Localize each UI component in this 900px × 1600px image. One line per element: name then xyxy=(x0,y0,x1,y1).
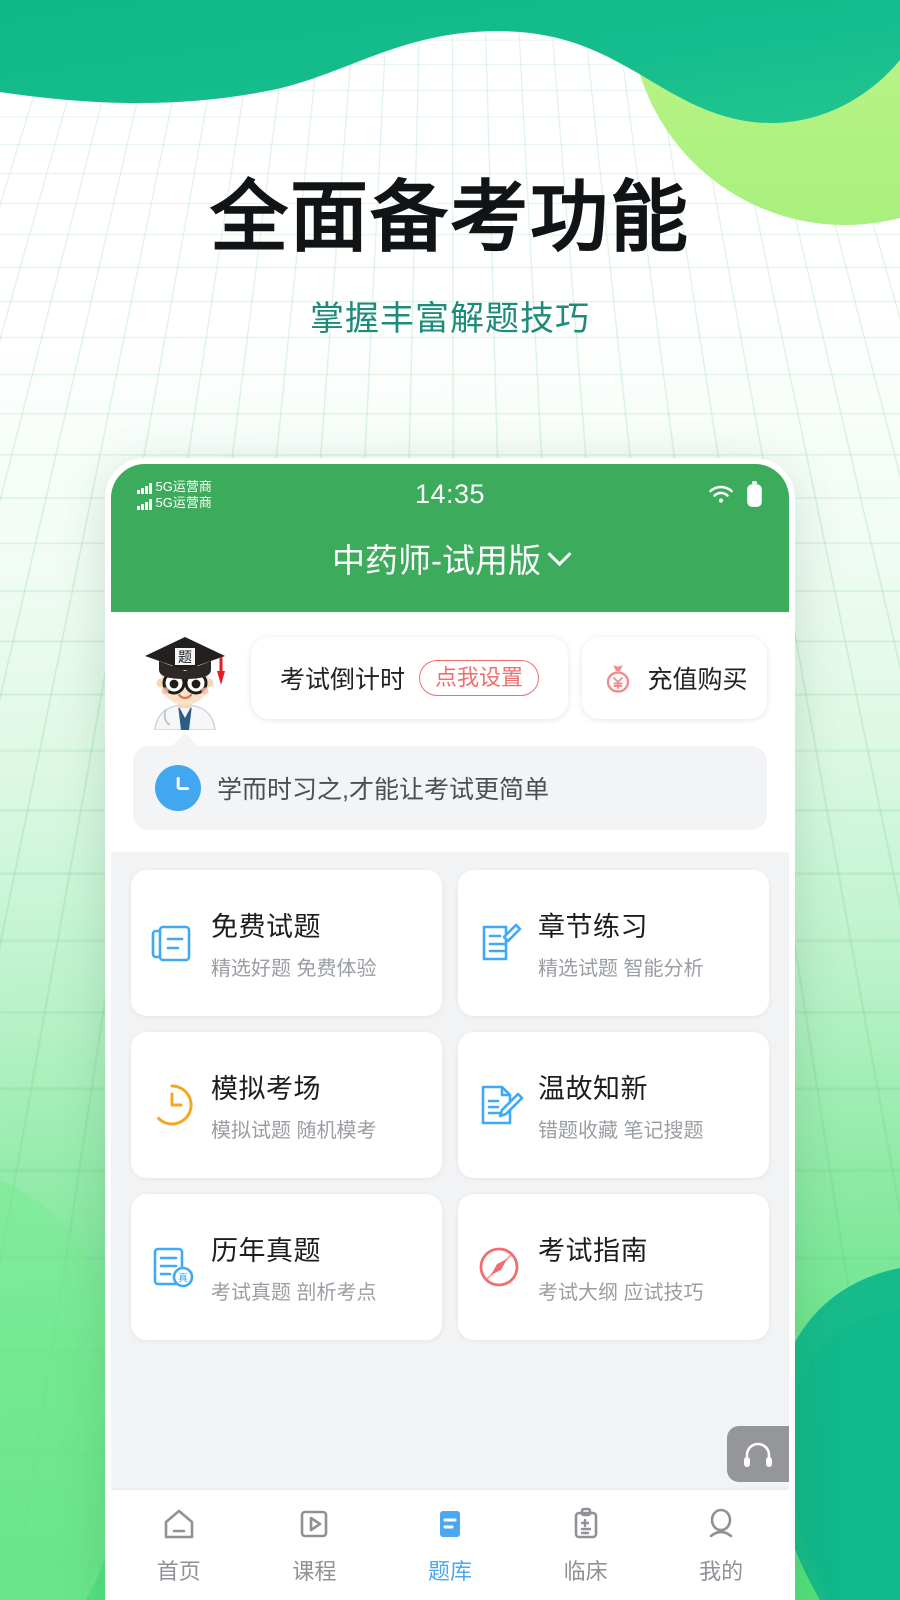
signal-bars-icon xyxy=(137,482,152,494)
mascot-cap-char: 题 xyxy=(178,650,192,666)
feature-card-chapter-practice[interactable]: 章节练习 精选试题 智能分析 xyxy=(458,870,769,1016)
phone-mockup: 5G运营商 5G运营商 14:35 中药师-试用版 题 考试倒计时 点我设置 充… xyxy=(105,458,795,1600)
exam-countdown-label: 考试倒计时 xyxy=(279,666,405,694)
tab-profile[interactable]: 我的 xyxy=(653,1504,789,1586)
recharge-label: 充值购买 xyxy=(647,666,748,694)
document-list-icon xyxy=(151,925,191,962)
status-bar-right xyxy=(706,480,763,508)
play-video-icon xyxy=(301,1510,328,1538)
customer-service-fab[interactable] xyxy=(727,1426,789,1482)
signal-bars-icon-2 xyxy=(137,498,152,510)
money-bag-icon xyxy=(607,665,630,693)
carrier-label-1: 5G运营商 xyxy=(155,478,212,494)
feature-card-title: 章节练习 xyxy=(538,912,648,942)
note-pencil-icon xyxy=(481,1085,524,1125)
status-bar: 5G运营商 5G运营商 14:35 xyxy=(111,464,789,524)
svg-text:真: 真 xyxy=(178,1272,188,1285)
page-title: 全面备考功能 xyxy=(209,173,690,261)
recharge-button[interactable]: 充值购买 xyxy=(582,637,767,719)
bottom-tab-bar: 首页 课程 题库 临床 我的 xyxy=(111,1490,789,1600)
feature-card-text: 考试指南 考试大纲 应试技巧 xyxy=(538,1229,704,1305)
set-countdown-badge[interactable]: 点我设置 xyxy=(419,659,540,697)
app-title-bar[interactable]: 中药师-试用版 xyxy=(111,524,789,612)
feature-card-exam-guide[interactable]: 考试指南 考试大纲 应试技巧 xyxy=(458,1194,769,1340)
compass-icon xyxy=(479,1247,519,1287)
feature-card-text: 模拟考场 模拟试题 随机模考 xyxy=(211,1067,377,1143)
tab-home[interactable]: 首页 xyxy=(111,1504,247,1586)
feature-card-text: 温故知新 错题收藏 笔记搜题 xyxy=(538,1067,704,1143)
feature-card-subtitle: 精选好题 免费体验 xyxy=(211,958,377,980)
feature-card-subtitle: 考试大纲 应试技巧 xyxy=(538,1282,704,1304)
wifi-icon xyxy=(709,485,733,503)
feature-card-title: 温故知新 xyxy=(538,1074,648,1104)
tab-label: 题库 xyxy=(427,1559,472,1584)
feature-card-subtitle: 精选试题 智能分析 xyxy=(538,958,704,980)
exam-paper-icon: 真 xyxy=(153,1247,194,1288)
battery-icon xyxy=(747,480,762,507)
phone-screen: 5G运营商 5G运营商 14:35 中药师-试用版 题 考试倒计时 点我设置 充… xyxy=(111,464,789,1600)
headset-service-icon xyxy=(744,1442,772,1467)
tab-courses[interactable]: 课程 xyxy=(247,1504,383,1586)
feature-card-title: 免费试题 xyxy=(211,912,321,942)
quick-actions-row: 题 考试倒计时 点我设置 充值购买 xyxy=(133,626,767,731)
status-bar-clock: 14:35 xyxy=(414,478,486,509)
feature-card-title: 历年真题 xyxy=(211,1236,321,1266)
tab-question-bank[interactable]: 题库 xyxy=(382,1504,518,1586)
feature-card-text: 章节练习 精选试题 智能分析 xyxy=(538,905,704,981)
notice-text: 学而时习之,才能让考试更简单 xyxy=(217,776,549,804)
feature-card-review[interactable]: 温故知新 错题收藏 笔记搜题 xyxy=(458,1032,769,1178)
status-bar-left: 5G运营商 5G运营商 xyxy=(137,479,212,510)
feature-card-text: 免费试题 精选好题 免费体验 xyxy=(211,905,377,981)
feature-card-grid: 免费试题 精选好题 免费体验 章节练习 精选试题 智能分析 模拟考场 模拟试题 … xyxy=(111,852,789,1340)
tab-label: 临床 xyxy=(563,1559,608,1584)
feature-card-text: 历年真题 考试真题 剖析考点 xyxy=(211,1229,377,1305)
app-title-label: 中药师-试用版 xyxy=(332,542,541,579)
feature-card-mock-exam[interactable]: 模拟考场 模拟试题 随机模考 xyxy=(131,1032,442,1178)
carrier-row-1: 5G运营商 xyxy=(137,479,212,494)
feature-card-subtitle: 考试真题 剖析考点 xyxy=(211,1282,377,1304)
feature-card-past-papers[interactable]: 真 历年真题 考试真题 剖析考点 xyxy=(131,1194,442,1340)
home-icon xyxy=(164,1509,194,1539)
app-header: 5G运营商 5G运营商 14:35 中药师-试用版 xyxy=(111,464,789,612)
carrier-label-2: 5G运营商 xyxy=(155,494,212,510)
feature-card-subtitle: 模拟试题 随机模考 xyxy=(211,1120,377,1142)
question-bank-icon xyxy=(439,1511,460,1537)
clock-icon xyxy=(155,765,201,811)
document-edit-icon xyxy=(482,923,522,961)
feature-card-title: 模拟考场 xyxy=(211,1074,321,1104)
clipboard-icon xyxy=(574,1507,597,1539)
chevron-down-icon[interactable] xyxy=(547,541,572,566)
page-subtitle: 掌握丰富解题技巧 xyxy=(310,299,590,338)
person-icon xyxy=(709,1508,733,1538)
feature-card-subtitle: 错题收藏 笔记搜题 xyxy=(538,1120,704,1142)
tab-label: 首页 xyxy=(156,1559,201,1584)
clock-outline-icon xyxy=(157,1084,193,1126)
mascot-graduate-avatar: 题 xyxy=(133,626,237,731)
top-panel: 题 考试倒计时 点我设置 充值购买 学而时习之,才能让考试更简单 xyxy=(111,612,789,852)
feature-card-title: 考试指南 xyxy=(538,1236,648,1266)
exam-countdown-button[interactable]: 考试倒计时 点我设置 xyxy=(251,637,568,719)
feature-card-free-questions[interactable]: 免费试题 精选好题 免费体验 xyxy=(131,870,442,1016)
tab-label: 课程 xyxy=(292,1559,337,1584)
tab-clinical[interactable]: 临床 xyxy=(518,1504,654,1586)
tab-label: 我的 xyxy=(699,1559,744,1584)
promo-text-block: 全面备考功能 掌握丰富解题技巧 xyxy=(0,0,900,340)
notice-banner-wrap: 学而时习之,才能让考试更简单 xyxy=(133,732,767,830)
notice-banner[interactable]: 学而时习之,才能让考试更简单 xyxy=(133,746,767,830)
carrier-row-2: 5G运营商 xyxy=(137,495,212,510)
